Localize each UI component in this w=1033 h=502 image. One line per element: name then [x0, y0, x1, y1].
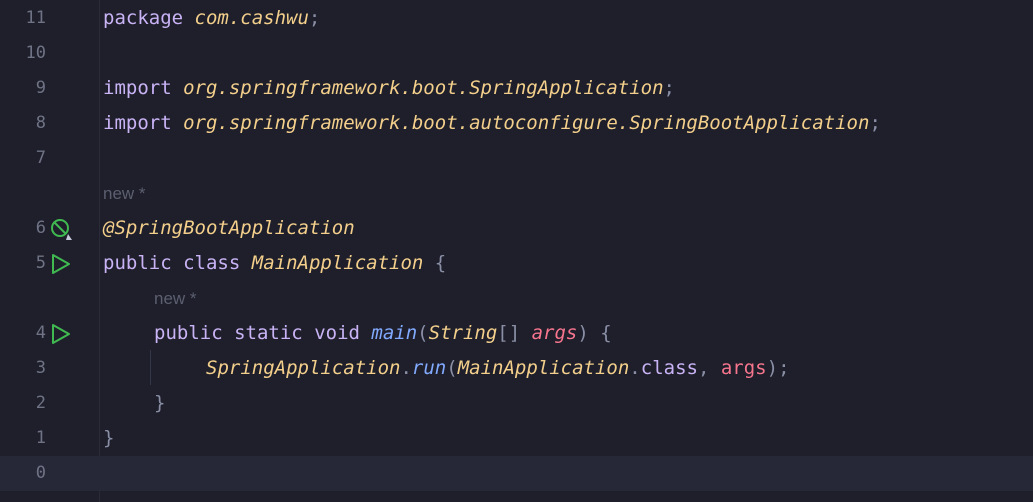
- paren: (: [417, 322, 429, 344]
- line-content: public class MainApplication {: [103, 246, 446, 281]
- keyword: import: [103, 112, 172, 134]
- semicolon: ;: [869, 112, 881, 134]
- method-call: run: [411, 357, 447, 379]
- open-brace: {: [600, 322, 612, 344]
- author-inlay-hint[interactable]: new *: [154, 281, 197, 316]
- open-brace: {: [434, 252, 447, 274]
- line-number: 3: [35, 358, 46, 378]
- bean-no-entry-icon[interactable]: [50, 218, 72, 240]
- line-number: 0: [35, 463, 46, 483]
- line-content: package com.cashwu;: [103, 1, 320, 36]
- code-line[interactable]: 9 import org.springframework.boot.Spring…: [0, 71, 1033, 106]
- line-number: 7: [35, 148, 46, 168]
- code-line[interactable]: 5 public class MainApplication {: [0, 246, 1033, 281]
- semicolon: ;: [663, 77, 675, 99]
- line-number: 4: [35, 323, 46, 343]
- line-content: import org.springframework.boot.SpringAp…: [103, 71, 675, 106]
- author-inlay-hint-row: new *: [0, 176, 1033, 211]
- code-line[interactable]: 1 }: [0, 421, 1033, 456]
- close-brace: }: [103, 427, 115, 449]
- keyword: import: [103, 77, 172, 99]
- comma: ,: [697, 357, 710, 379]
- keyword: public: [103, 252, 172, 274]
- code-line[interactable]: 7: [0, 141, 1033, 176]
- code-editor[interactable]: 11 package com.cashwu; 10 9 import org.s…: [0, 0, 1033, 502]
- code-line[interactable]: 10: [0, 36, 1033, 71]
- line-content: @SpringBootApplication: [103, 211, 355, 246]
- line-content: public static void main(String[] args) {: [154, 316, 612, 351]
- line-number: 6: [35, 218, 46, 238]
- run-icon[interactable]: [50, 253, 72, 275]
- code-line[interactable]: 3 SpringApplication.run(MainApplication.…: [0, 351, 1033, 386]
- line-content: SpringApplication.run(MainApplication.cl…: [206, 351, 790, 386]
- package-name: com.cashwu: [194, 7, 309, 29]
- line-number: 9: [35, 78, 46, 98]
- line-content: }: [154, 386, 165, 421]
- method-name: main: [371, 322, 418, 344]
- code-line[interactable]: 6 @SpringBootApplication: [0, 211, 1033, 246]
- dot: .: [629, 357, 641, 379]
- import-path: org.springframework.boot.autoconfigure.S…: [183, 112, 870, 134]
- line-number: 8: [35, 113, 46, 133]
- run-icon[interactable]: [50, 323, 72, 345]
- keyword: class: [183, 252, 241, 274]
- line-number: 10: [25, 43, 46, 63]
- author-inlay-hint-row: new *: [0, 281, 1033, 316]
- keyword: package: [103, 7, 184, 29]
- code-line[interactable]: 2 }: [0, 386, 1033, 421]
- array-brackets: []: [497, 322, 521, 344]
- keyword: static: [234, 322, 303, 344]
- dot: .: [400, 357, 412, 379]
- line-content: import org.springframework.boot.autoconf…: [103, 106, 881, 141]
- paren: ): [577, 322, 589, 344]
- paren: (: [446, 357, 458, 379]
- author-inlay-hint[interactable]: new *: [103, 176, 146, 211]
- annotation: @SpringBootApplication: [103, 217, 355, 239]
- code-line[interactable]: 11 package com.cashwu;: [0, 1, 1033, 36]
- keyword: void: [314, 322, 360, 344]
- semicolon: ;: [778, 357, 790, 379]
- paren: ): [766, 357, 779, 379]
- code-line[interactable]: 8 import org.springframework.boot.autoco…: [0, 106, 1033, 141]
- import-path: org.springframework.boot.SpringApplicati…: [183, 77, 664, 99]
- line-content: }: [103, 421, 114, 456]
- line-number: 5: [35, 253, 46, 273]
- current-code-line[interactable]: 0: [0, 456, 1033, 491]
- close-brace: }: [154, 392, 166, 414]
- argument-name: args: [720, 357, 767, 379]
- parameter-name: args: [531, 322, 578, 344]
- keyword: class: [640, 357, 698, 379]
- line-number: 11: [25, 8, 46, 28]
- keyword: public: [154, 322, 223, 344]
- class-name: SpringApplication: [206, 357, 401, 379]
- type-name: String: [428, 322, 498, 344]
- class-name: MainApplication: [251, 252, 424, 274]
- semicolon: ;: [308, 7, 321, 29]
- line-number: 2: [35, 393, 46, 413]
- class-name: MainApplication: [457, 357, 630, 379]
- line-number: 1: [35, 428, 46, 448]
- code-line[interactable]: 4 public static void main(String[] args)…: [0, 316, 1033, 351]
